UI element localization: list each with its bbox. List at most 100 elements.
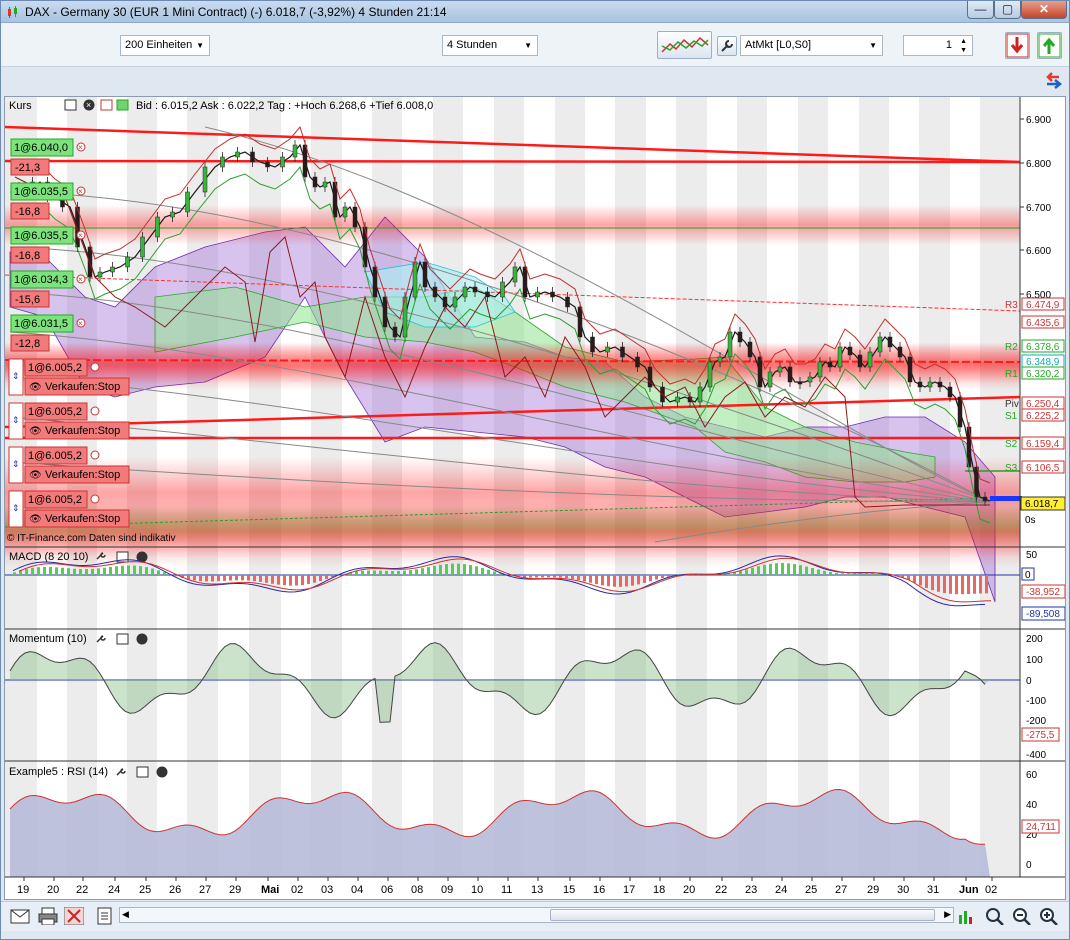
macd-bar: [973, 575, 976, 594]
crosshair-icon[interactable]: [64, 907, 84, 925]
macd-bar: [751, 567, 754, 575]
macd-signal-value: -89,508: [1026, 609, 1060, 620]
quantity-stepper[interactable]: 1 ▲ ▼: [903, 35, 973, 56]
time-tick: Jun: [959, 884, 979, 896]
candle: [847, 346, 853, 356]
wrench-icon: [721, 40, 733, 52]
macd-bar: [481, 567, 484, 575]
svg-text:×: ×: [78, 143, 83, 152]
close-button[interactable]: ✕: [1021, 1, 1067, 19]
pivot-name: S2: [1005, 439, 1018, 450]
macd-bar: [451, 563, 454, 575]
macd-bar: [289, 575, 292, 586]
units-select[interactable]: 200 Einheiten ▼: [120, 35, 210, 56]
indicator-toggle-button[interactable]: [657, 31, 712, 59]
chart-canvas[interactable]: 6.9006.8006.7006.6006.500 R3 6.474,96.435…: [4, 97, 1066, 899]
macd-bar: [145, 567, 148, 575]
time-tick: 29: [229, 884, 241, 896]
macd-bar: [223, 575, 226, 581]
momentum-panel-controls[interactable]: [96, 633, 148, 645]
pivot-value: 6.106,5: [1026, 463, 1060, 474]
candle: [352, 206, 358, 228]
macd-bar: [793, 564, 796, 575]
minimize-button[interactable]: —: [967, 1, 994, 19]
macd-bar: [841, 573, 844, 575]
candle: [927, 381, 933, 388]
candle: [485, 291, 490, 298]
time-tick: Mai: [261, 884, 279, 896]
macd-bar: [475, 566, 478, 575]
chart-scale-icon[interactable]: [956, 907, 976, 925]
candle: [265, 161, 270, 168]
svg-text:×: ×: [78, 187, 83, 196]
time-tick: 18: [653, 884, 665, 896]
period-select[interactable]: 4 Stunden ▼: [442, 35, 538, 56]
current-price-label: 6.018,7: [1025, 499, 1059, 510]
mail-icon[interactable]: [10, 907, 30, 925]
settings-button[interactable]: [717, 36, 737, 56]
chevron-down-icon: ▼: [196, 41, 204, 50]
svg-text:×: ×: [78, 319, 83, 328]
zoom-fit-icon[interactable]: [985, 907, 1005, 925]
buy-button[interactable]: [1037, 32, 1062, 59]
notes-icon[interactable]: [95, 907, 115, 925]
macd-bar: [625, 575, 628, 587]
order-mode-select[interactable]: AtMkt [L0,S0] ▼: [740, 35, 883, 56]
time-tick: 30: [897, 884, 909, 896]
macd-bar: [457, 563, 460, 575]
swap-arrows-icon[interactable]: [1043, 71, 1065, 91]
macd-bar: [637, 575, 640, 585]
maximize-button[interactable]: ▢: [994, 1, 1021, 19]
buy-mini-icon[interactable]: [116, 99, 129, 111]
macd-bar: [91, 568, 94, 575]
candle: [887, 336, 893, 348]
macd-bar: [409, 570, 412, 575]
rsi-panel-controls[interactable]: [116, 766, 168, 778]
close-stop-icon[interactable]: [90, 406, 100, 416]
candle: [577, 306, 583, 338]
close-stop-icon[interactable]: [90, 362, 100, 372]
candle: [250, 151, 255, 163]
scroll-right-icon[interactable]: ▶: [944, 909, 951, 920]
rsi-tick: 40: [1026, 800, 1038, 811]
candle: [322, 181, 328, 188]
macd-bar: [661, 575, 664, 579]
candle: [392, 326, 398, 338]
macd-bar: [829, 571, 832, 575]
macd-bar: [949, 575, 952, 594]
time-tick: 08: [411, 884, 423, 896]
candle: [817, 361, 823, 378]
macd-bar: [601, 575, 604, 586]
stop-action: Verkaufen:Stop: [45, 381, 120, 393]
macd-bar: [913, 575, 916, 583]
scroll-left-icon[interactable]: ◀: [122, 909, 129, 920]
window-icon[interactable]: [64, 99, 77, 111]
horizontal-scrollbar[interactable]: ◀ ▶: [119, 907, 954, 923]
candle: [565, 296, 570, 308]
stop-label: 1@6.005,2: [28, 362, 82, 374]
sell-mini-icon[interactable]: [100, 99, 113, 111]
macd-bar: [415, 569, 418, 575]
macd-bar: [55, 567, 58, 575]
rsi-tick: 60: [1026, 770, 1038, 781]
candle: [342, 206, 348, 218]
macd-bar: [619, 575, 622, 587]
macd-bar: [763, 564, 766, 575]
macd-bar: [211, 575, 214, 582]
candle: [675, 396, 680, 403]
scrollbar-thumb[interactable]: [550, 909, 935, 921]
macd-bar: [295, 575, 298, 586]
close-stop-icon[interactable]: [90, 494, 100, 504]
close-stop-icon[interactable]: [90, 450, 100, 460]
macd-bar: [655, 575, 658, 580]
sell-button[interactable]: [1005, 32, 1030, 59]
macd-label: MACD (8 20 10): [9, 551, 88, 563]
chart-area[interactable]: 6.900 6.800 6.700 6.600 6.500 R3 6.474,9 6.435…: [4, 96, 1066, 900]
macd-bar: [865, 573, 868, 575]
time-tick: 22: [715, 884, 727, 896]
candle: [512, 266, 518, 283]
zoom-in-icon[interactable]: [1039, 907, 1059, 925]
zoom-out-icon[interactable]: [1012, 907, 1032, 925]
macd-bar: [853, 573, 856, 575]
print-icon[interactable]: [38, 907, 58, 925]
